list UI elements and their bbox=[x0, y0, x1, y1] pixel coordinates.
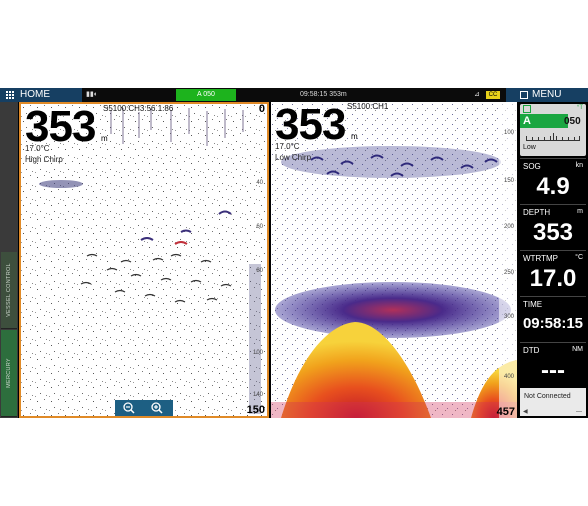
depth-tick: 400 bbox=[503, 374, 514, 380]
depth-tick: 200 bbox=[503, 224, 514, 230]
water-temp-unit: °C bbox=[575, 254, 583, 261]
range-bottom: 150 bbox=[246, 404, 265, 416]
water-temp-box[interactable]: WTRTMP °C 17.0 bbox=[520, 250, 586, 295]
water-temp-label: WTRTMP bbox=[523, 254, 558, 263]
sog-value: 4.9 bbox=[536, 173, 570, 200]
range-bottom: 457 bbox=[496, 406, 515, 418]
time-label: TIME bbox=[523, 300, 543, 309]
depth-tick: 140 bbox=[252, 392, 263, 398]
menu-label: MENU bbox=[532, 89, 562, 100]
sog-box[interactable]: SOG kn 4.9 bbox=[520, 158, 586, 203]
depth-tick: 300 bbox=[503, 314, 514, 320]
channel-label: S5100:CH1 bbox=[347, 102, 389, 111]
depth-tick: 250 bbox=[503, 270, 514, 276]
dtd-unit: NM bbox=[572, 346, 583, 353]
tab-mercury-label: MERCURY bbox=[6, 358, 12, 388]
depth-tick: 80 bbox=[256, 268, 263, 274]
sog-unit: kn bbox=[575, 162, 583, 169]
depth-tick: 60 bbox=[256, 224, 263, 230]
sonar-pane-low-chirp[interactable]: 353 m 17.0°C Low Chirp S5100:CH1 100 150… bbox=[271, 102, 517, 418]
home-label: HOME bbox=[20, 89, 50, 100]
tab-mercury[interactable]: MERCURY bbox=[1, 330, 17, 417]
depth-unit: m bbox=[351, 132, 358, 141]
autopilot-response: Low bbox=[523, 144, 536, 151]
autopilot-box[interactable]: °T A 050 Low bbox=[520, 104, 586, 156]
tab-vessel-control-label: VESSEL CONTROL bbox=[6, 263, 12, 317]
connection-status-box[interactable]: Not Connected ◀ — bbox=[520, 388, 586, 416]
sonar-pane-high-chirp[interactable]: 353 m 17.0°C High Chirp S5100:CH3:56.1.8… bbox=[19, 102, 269, 418]
gps-icon: ⊿ bbox=[474, 91, 480, 98]
autopilot-status-chip[interactable]: A 050 bbox=[176, 89, 236, 101]
depth-tick: 100 bbox=[252, 350, 263, 356]
frequency-mode: High Chirp bbox=[25, 155, 63, 164]
water-temp-readout: 17.0°C bbox=[275, 142, 300, 151]
depth-unit: m bbox=[101, 134, 108, 143]
tab-vessel-control[interactable]: VESSEL CONTROL bbox=[1, 252, 17, 329]
water-temp-readout: 17.0°C bbox=[25, 144, 50, 153]
home-grid-icon bbox=[6, 91, 15, 99]
depth-scale bbox=[499, 102, 517, 418]
dtd-label: DTD bbox=[523, 346, 540, 355]
time-value: 09:58:15 bbox=[522, 315, 584, 332]
status-icons: ▮▮◐ bbox=[86, 91, 98, 98]
range-top: 0 bbox=[258, 103, 265, 115]
depth-tick: 40 bbox=[256, 180, 263, 186]
depth-label: DEPTH bbox=[523, 208, 551, 217]
clock-readout: 09:58:15 353m bbox=[300, 91, 347, 98]
time-box[interactable]: TIME 09:58:15 bbox=[520, 296, 586, 341]
rudder-indicator bbox=[526, 132, 580, 141]
battery-badge: CC bbox=[486, 91, 500, 99]
instrument-panel: °T A 050 Low SOG kn 4.9 DEPTH m 353 WTRT… bbox=[518, 102, 588, 418]
arrow-left-icon[interactable]: ◀ bbox=[523, 408, 528, 415]
frequency-mode: Low Chirp bbox=[275, 153, 312, 162]
dtd-value: --- bbox=[541, 357, 565, 384]
autopilot-mode: A bbox=[523, 115, 531, 127]
zoom-out-icon[interactable] bbox=[123, 402, 135, 414]
depth-unit-label: m bbox=[577, 208, 583, 215]
zoom-controls bbox=[115, 400, 173, 416]
home-button[interactable]: HOME bbox=[0, 88, 82, 102]
sog-label: SOG bbox=[523, 162, 541, 171]
water-temp-value: 17.0 bbox=[529, 265, 577, 292]
depth-value: 353 bbox=[532, 219, 574, 246]
dash-icon: — bbox=[576, 409, 582, 415]
menu-button[interactable]: MENU bbox=[506, 88, 588, 102]
depth-box[interactable]: DEPTH m 353 bbox=[520, 204, 586, 249]
depth-tick: 100 bbox=[503, 130, 514, 136]
autopilot-status-label: A 050 bbox=[197, 91, 215, 98]
left-sidebar: VESSEL CONTROL MERCURY bbox=[0, 102, 18, 418]
sonar-screen: HOME ▮▮◐ A 050 09:58:15 353m ⊿ CC MENU V… bbox=[0, 88, 588, 418]
autopilot-icon bbox=[523, 105, 531, 113]
zoom-in-icon[interactable] bbox=[151, 402, 163, 414]
top-bar: HOME ▮▮◐ A 050 09:58:15 353m ⊿ CC MENU bbox=[0, 88, 588, 102]
autopilot-heading: 050 bbox=[564, 116, 581, 127]
dtd-box[interactable]: DTD NM --- bbox=[520, 342, 586, 387]
autopilot-heading-unit: °T bbox=[576, 105, 583, 111]
connection-status: Not Connected bbox=[524, 393, 571, 400]
channel-label: S5100:CH3:56.1.86 bbox=[103, 104, 174, 113]
menu-icon bbox=[520, 91, 528, 99]
depth-tick: 150 bbox=[503, 178, 514, 184]
